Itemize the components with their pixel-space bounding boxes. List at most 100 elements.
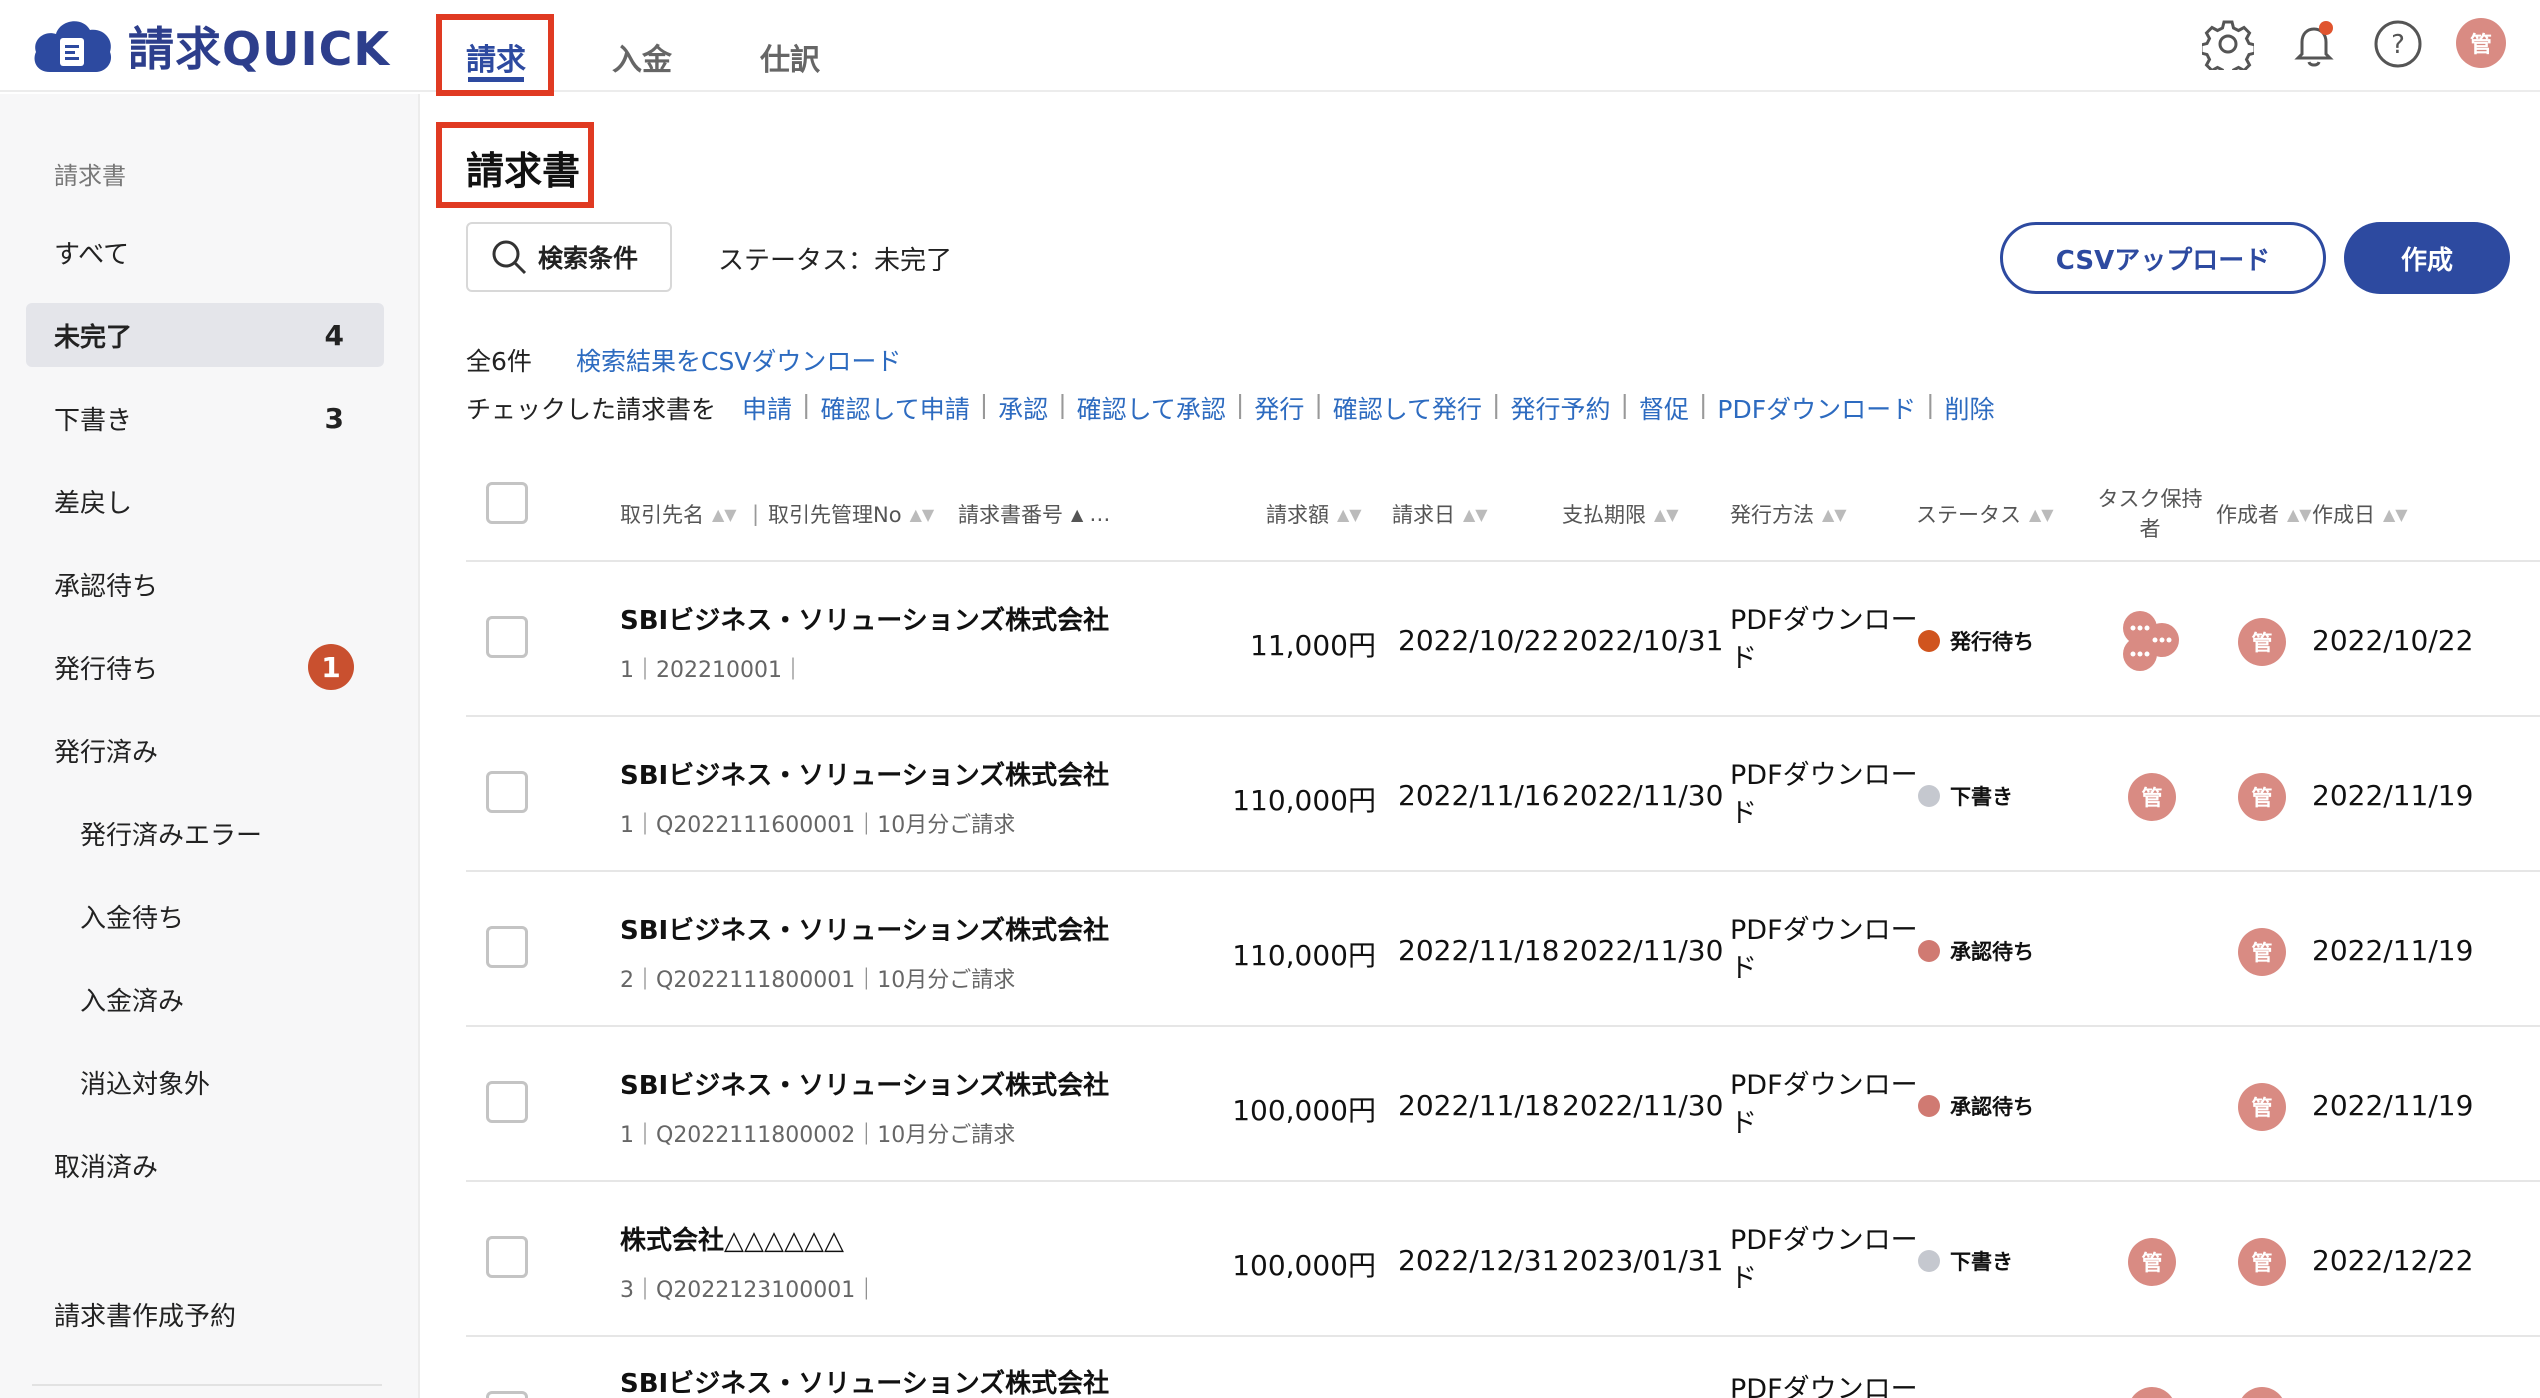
csv-upload-button[interactable]: CSVアップロード [2000, 222, 2326, 294]
task-holder-avatar[interactable] [2128, 1387, 2176, 1398]
user-avatar[interactable]: 管 [2456, 18, 2506, 68]
col-due-date[interactable]: 支払期限 ▲▼ [1562, 466, 1679, 562]
col-created[interactable]: 作成日 ▲▼ [2312, 466, 2408, 562]
invoice-date: 2022/10/22 [1398, 624, 1560, 657]
select-all-checkbox[interactable] [486, 482, 528, 524]
sidebar-item-awaiting-approval[interactable]: 承認待ち [26, 552, 384, 616]
sidebar-item-label: 取消済み [54, 1152, 159, 1183]
tab-invoice-label: 請求 [466, 43, 526, 78]
tab-journal[interactable]: 仕訳 [738, 18, 842, 96]
due-date: 2022/11/30 [1562, 1089, 1724, 1122]
bulk-approve-link[interactable]: 承認 [998, 390, 1048, 426]
bulk-remind-link[interactable]: 督促 [1639, 390, 1689, 426]
status-filter-text: ステータス：未完了 [718, 246, 953, 276]
sidebar-item-draft[interactable]: 下書き 3 [26, 386, 384, 450]
table-row[interactable]: SBIビジネス・ソリューションズ株式会社 1｜202210001｜ 11,000… [466, 562, 2540, 717]
col-more[interactable]: … [1089, 502, 1110, 526]
sidebar-item-label: 承認待ち [54, 571, 159, 602]
bulk-confirm-approve-link[interactable]: 確認して承認 [1077, 390, 1226, 426]
client-name[interactable]: SBIビジネス・ソリューションズ株式会社 [620, 1363, 1109, 1398]
creator-avatar: 管 [2238, 1083, 2286, 1131]
invoice-sub-info: 3｜Q2022123100001｜ [620, 1278, 878, 1303]
row-checkbox[interactable] [486, 1236, 528, 1278]
task-holder-avatar[interactable]: 管 [2128, 773, 2176, 821]
sidebar-item-awaiting-payment[interactable]: 入金待ち [26, 884, 384, 948]
issue-method: PDFダウンロード [1730, 1070, 1918, 1139]
table-row[interactable]: SBIビジネス・ソリューションズ株式会社 1｜Q2022111600001｜10… [466, 717, 2540, 872]
bulk-issue-link[interactable]: 発行 [1254, 390, 1304, 426]
creator-avatar: 管 [2238, 928, 2286, 976]
sidebar-item-label: 消込対象外 [80, 1069, 211, 1100]
col-invoice-no[interactable]: 請求書番号 ▲… [958, 466, 1110, 562]
status-dot [1918, 785, 1940, 807]
sidebar-section-header: 請求書 [54, 162, 126, 190]
col-status[interactable]: ステータス ▲▼ [1916, 466, 2054, 562]
logo-text: 請求QUICK [128, 22, 390, 76]
status-badge: 承認待ち [1918, 936, 2034, 966]
col-task-holder[interactable]: タスク保持者 [2094, 466, 2206, 562]
sidebar-item-paid[interactable]: 入金済み [26, 967, 384, 1031]
bulk-confirm-issue-link[interactable]: 確認して発行 [1333, 390, 1482, 426]
col-invoice-date[interactable]: 請求日 ▲▼ [1392, 466, 1488, 562]
row-checkbox[interactable] [486, 616, 528, 658]
bulk-delete-link[interactable]: 削除 [1945, 390, 1995, 426]
bell-icon[interactable] [2286, 16, 2342, 72]
col-separator: | [752, 502, 760, 526]
col-method[interactable]: 発行方法 ▲▼ [1730, 466, 1847, 562]
sidebar-item-cancelled[interactable]: 取消済み [26, 1133, 384, 1197]
table-row[interactable]: SBIビジネス・ソリューションズ株式会社 1｜Q2022111800002｜10… [466, 1027, 2540, 1182]
sidebar-item-awaiting-issue[interactable]: 発行待ち 1 [26, 635, 384, 699]
created-date: 2022/11/19 [2312, 934, 2474, 967]
table-row[interactable]: SBIビジネス・ソリューションズ株式会社 PDFダウンロー [466, 1337, 2540, 1398]
table-row[interactable]: SBIビジネス・ソリューションズ株式会社 2｜Q2022111800001｜10… [466, 872, 2540, 1027]
sidebar-item-issued[interactable]: 発行済み [26, 718, 384, 782]
invoice-date: 2022/11/18 [1398, 1089, 1560, 1122]
help-icon[interactable]: ? [2370, 16, 2426, 72]
row-checkbox[interactable] [486, 771, 528, 813]
col-client-no[interactable]: 取引先管理No ▲▼ [768, 466, 934, 562]
svg-text:?: ? [2391, 30, 2405, 60]
table-row[interactable]: 株式会社△△△△△△ 3｜Q2022123100001｜ 100,000円 20… [466, 1182, 2540, 1337]
row-checkbox[interactable] [486, 926, 528, 968]
tab-invoice[interactable]: 請求 [444, 18, 548, 96]
bulk-schedule-link[interactable]: 発行予約 [1510, 390, 1610, 426]
row-checkbox[interactable] [486, 1081, 528, 1123]
client-name[interactable]: SBIビジネス・ソリューションズ株式会社 [620, 1065, 1109, 1102]
row-checkbox[interactable] [486, 1391, 528, 1398]
sidebar-item-all[interactable]: すべて [26, 220, 384, 284]
created-date: 2022/11/19 [2312, 779, 2474, 812]
app-logo[interactable]: 請求QUICK [30, 14, 390, 78]
task-holder-avatar[interactable]: 管 [2128, 1238, 2176, 1286]
csv-download-link[interactable]: 検索結果をCSVダウンロード [576, 342, 901, 378]
sidebar-item-issued-error[interactable]: 発行済みエラー [26, 801, 384, 865]
tab-payment[interactable]: 入金 [590, 18, 694, 96]
col-amount[interactable]: 請求額 ▲▼ [1266, 466, 1362, 562]
sidebar-item-incomplete[interactable]: 未完了 4 [26, 303, 384, 367]
status-badge: 下書き [1918, 781, 2013, 811]
col-client[interactable]: 取引先名 ▲▼ [620, 466, 737, 562]
invoice-amount: 100,000円 [1232, 1249, 1376, 1282]
client-name[interactable]: SBIビジネス・ソリューションズ株式会社 [620, 600, 1109, 637]
bulk-confirm-apply-link[interactable]: 確認して申請 [820, 390, 969, 426]
sidebar-item-label: 差戻し [54, 488, 133, 519]
bulk-apply-link[interactable]: 申請 [742, 390, 792, 426]
create-button[interactable]: 作成 [2344, 222, 2510, 294]
search-icon [492, 240, 527, 275]
sidebar-item-label: 下書き [54, 405, 133, 436]
col-creator[interactable]: 作成者 ▲▼ [2216, 466, 2312, 562]
status-badge: 下書き [1918, 1246, 2013, 1276]
search-conditions-button[interactable]: 検索条件 [466, 222, 672, 292]
sidebar-item-excluded[interactable]: 消込対象外 [26, 1050, 384, 1114]
client-name[interactable]: 株式会社△△△△△△ [620, 1220, 844, 1257]
bulk-actions: チェックした請求書を 申請 | 確認して申請 | 承認 | 確認して承認 | 発行 | 確… [466, 390, 1995, 426]
gear-icon[interactable] [2200, 16, 2256, 72]
sidebar-item-scheduled[interactable]: 請求書作成予約 [26, 1282, 384, 1346]
bulk-pdf-download-link[interactable]: PDFダウンロード [1717, 390, 1916, 426]
due-date: 2023/01/31 [1562, 1244, 1724, 1277]
client-name[interactable]: SBIビジネス・ソリューションズ株式会社 [620, 910, 1109, 947]
client-name[interactable]: SBIビジネス・ソリューションズ株式会社 [620, 755, 1109, 792]
status-badge: 発行待ち [1918, 626, 2034, 656]
invoice-date: 2022/12/31 [1398, 1244, 1560, 1277]
sidebar-item-returned[interactable]: 差戻し [26, 469, 384, 533]
task-holders-group-icon[interactable] [2116, 606, 2196, 676]
